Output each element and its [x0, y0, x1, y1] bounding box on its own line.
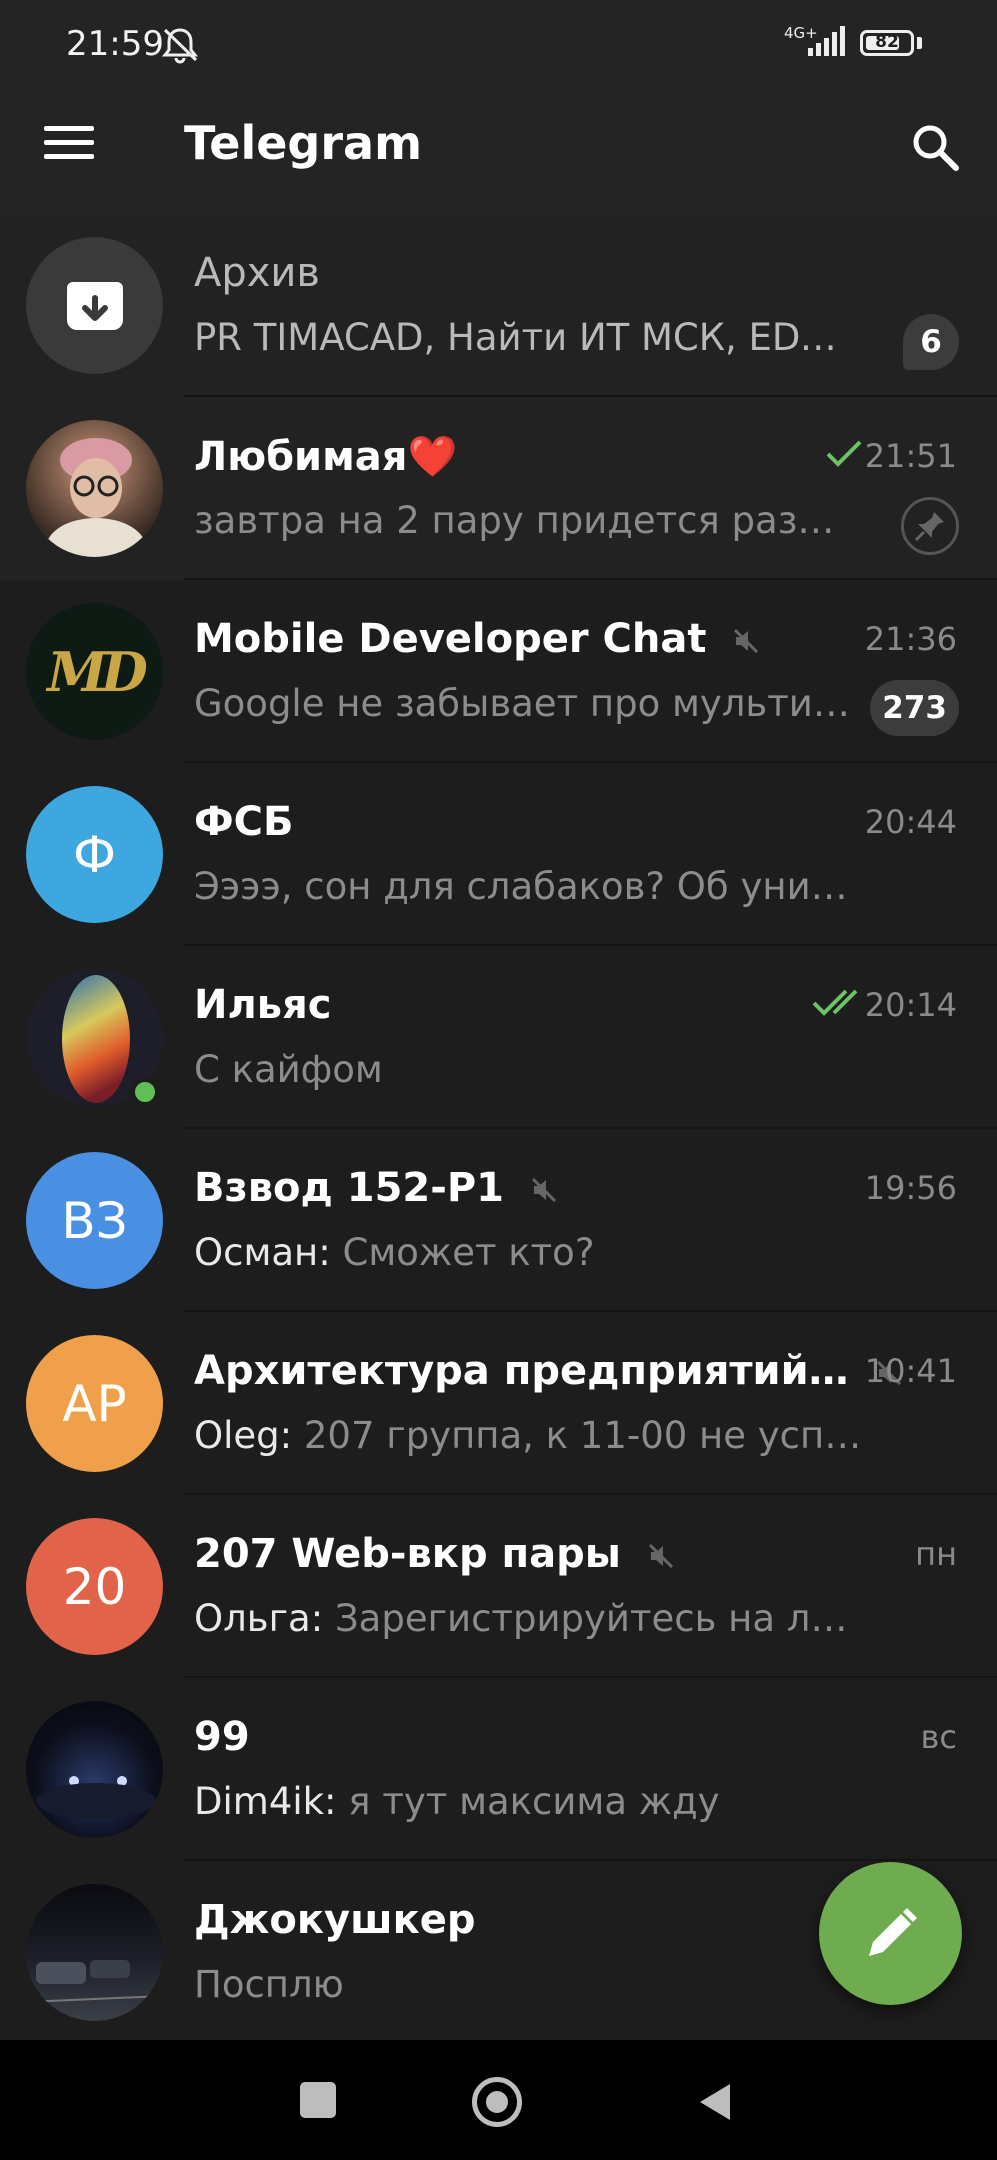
- app-bar: Telegram: [0, 88, 997, 214]
- chat-preview: завтра на 2 пару придется разду…: [194, 499, 854, 542]
- message-text: Сможет кто?: [342, 1231, 595, 1274]
- avatar-initials: 20: [62, 1557, 127, 1616]
- unread-badge: 273: [870, 680, 959, 736]
- pencil-icon: [869, 1908, 917, 1956]
- avatar: [26, 420, 163, 557]
- avatar-initials: ВЗ: [61, 1191, 128, 1250]
- chat-row-mobile-developer-chat[interactable]: MD Mobile Developer Chat 21:36 Google не…: [0, 580, 997, 763]
- chat-time: 20:44: [864, 803, 957, 841]
- chat-preview: Ээээ, сон для слабаков? Об универе…: [194, 865, 864, 908]
- read-check-icon: [812, 989, 858, 1016]
- message-text: 207 группа, к 11-00 не успеваю.…: [303, 1414, 864, 1457]
- chat-name: Архитектура предприятий…: [194, 1348, 903, 1394]
- muted-icon: [734, 628, 759, 654]
- chat-row-vzvod[interactable]: ВЗ Взвод 152-Р1 19:56 Осман: Сможет кто?: [0, 1129, 997, 1312]
- chat-time: 19:56: [864, 1169, 957, 1207]
- chat-time: пн: [915, 1535, 957, 1573]
- system-nav-bar: [0, 2040, 997, 2160]
- square-icon[interactable]: [300, 2082, 336, 2118]
- chat-name: Любимая❤️: [194, 434, 458, 480]
- avatar: 20: [26, 1518, 163, 1655]
- chat-name: 207 Web-вкр пары: [194, 1531, 675, 1577]
- battery-percent: 82: [875, 32, 899, 52]
- status-time: 21:59: [66, 24, 164, 64]
- unread-badge: 6: [903, 314, 959, 370]
- compose-button[interactable]: [819, 1862, 962, 2005]
- avatar: Ф: [26, 786, 163, 923]
- avatar-initials: Ф: [72, 825, 117, 884]
- signal-icon: [808, 26, 845, 56]
- chat-preview: Google не забывает про мульти…: [194, 682, 850, 725]
- chat-name: Mobile Developer Chat: [194, 616, 760, 662]
- chat-row-fsb[interactable]: Ф ФСБ 20:44 Ээээ, сон для слабаков? Об у…: [0, 763, 997, 946]
- chat-row-207-web[interactable]: 20 207 Web-вкр пары пн Ольга: Зарегистри…: [0, 1495, 997, 1678]
- chat-time: вс: [920, 1718, 957, 1756]
- chat-name: Ильяс: [194, 982, 332, 1028]
- avatar-initials: MD: [47, 639, 148, 704]
- battery-tip: [917, 37, 922, 49]
- chat-preview: Посплю: [194, 1963, 344, 2006]
- chat-row-lyubimaya[interactable]: Любимая❤️ 21:51 завтра на 2 пару придетс…: [0, 397, 997, 580]
- online-indicator: [130, 1077, 160, 1107]
- avatar: MD: [26, 603, 163, 740]
- chat-name: 99: [194, 1714, 250, 1760]
- battery-icon: 82: [860, 30, 914, 56]
- chat-row-ilyas[interactable]: Ильяс 20:14 С кайфом: [0, 946, 997, 1129]
- archive-avatar: [26, 237, 163, 374]
- pin-icon: [901, 497, 959, 555]
- circle-icon[interactable]: [472, 2077, 522, 2127]
- avatar-initials: АР: [62, 1374, 127, 1433]
- chat-time: 20:14: [864, 986, 957, 1024]
- chat-preview: С кайфом: [194, 1048, 383, 1091]
- chat-preview: Осман: Сможет кто?: [194, 1231, 594, 1274]
- message-text: Зарегистрируйтесь на лидер i…: [334, 1597, 864, 1640]
- chat-name: Джокушкер: [194, 1897, 476, 1943]
- message-sender: Dim4ik:: [194, 1780, 337, 1823]
- message-sender: Oleg:: [194, 1414, 293, 1457]
- chat-name: Архив: [194, 250, 320, 296]
- sent-check-icon: [826, 440, 862, 467]
- message-sender: Ольга:: [194, 1597, 324, 1640]
- bell-off-icon: [161, 28, 199, 64]
- person-photo: [46, 438, 146, 557]
- chat-time: 21:51: [864, 437, 957, 475]
- avatar: ВЗ: [26, 1152, 163, 1289]
- message-sender: Осман:: [194, 1231, 331, 1274]
- avatar: [26, 1701, 163, 1838]
- message-text: я тут максима жду: [348, 1780, 720, 1823]
- search-icon[interactable]: [908, 120, 964, 176]
- parking-photo: [26, 1960, 163, 2003]
- chat-preview: Oleg: 207 группа, к 11-00 не успеваю.…: [194, 1414, 864, 1457]
- chat-time: 10:41: [864, 1352, 957, 1390]
- chat-row-archive[interactable]: Архив PR TIMACAD, Найти ИТ МСК, EDA… 6: [0, 214, 997, 397]
- page-title: Telegram: [184, 116, 423, 170]
- avatar: АР: [26, 1335, 163, 1472]
- chat-time: 21:36: [864, 620, 957, 658]
- avatar: [26, 1884, 163, 2021]
- status-bar: 21:59 4G+ 82: [0, 0, 997, 88]
- chat-name: Взвод 152-Р1: [194, 1165, 558, 1211]
- menu-icon[interactable]: [44, 126, 94, 176]
- chat-row-99[interactable]: 99 вс Dim4ik: я тут максима жду: [0, 1678, 997, 1861]
- night-car-photo: [36, 1776, 156, 1819]
- chat-list: Архив PR TIMACAD, Найти ИТ МСК, EDA… 6 Л…: [0, 214, 997, 2040]
- archive-icon: [66, 281, 123, 330]
- muted-icon: [648, 1543, 673, 1569]
- chat-row-architecture[interactable]: АР Архитектура предприятий… 10:41 Oleg: …: [0, 1312, 997, 1495]
- chat-name: ФСБ: [194, 799, 294, 845]
- chat-preview: Dim4ik: я тут максима жду: [194, 1780, 720, 1823]
- chat-preview: PR TIMACAD, Найти ИТ МСК, EDA…: [194, 316, 854, 359]
- muted-icon: [531, 1177, 556, 1203]
- chat-preview: Ольга: Зарегистрируйтесь на лидер i…: [194, 1597, 864, 1640]
- triangle-back-icon[interactable]: [696, 2080, 736, 2124]
